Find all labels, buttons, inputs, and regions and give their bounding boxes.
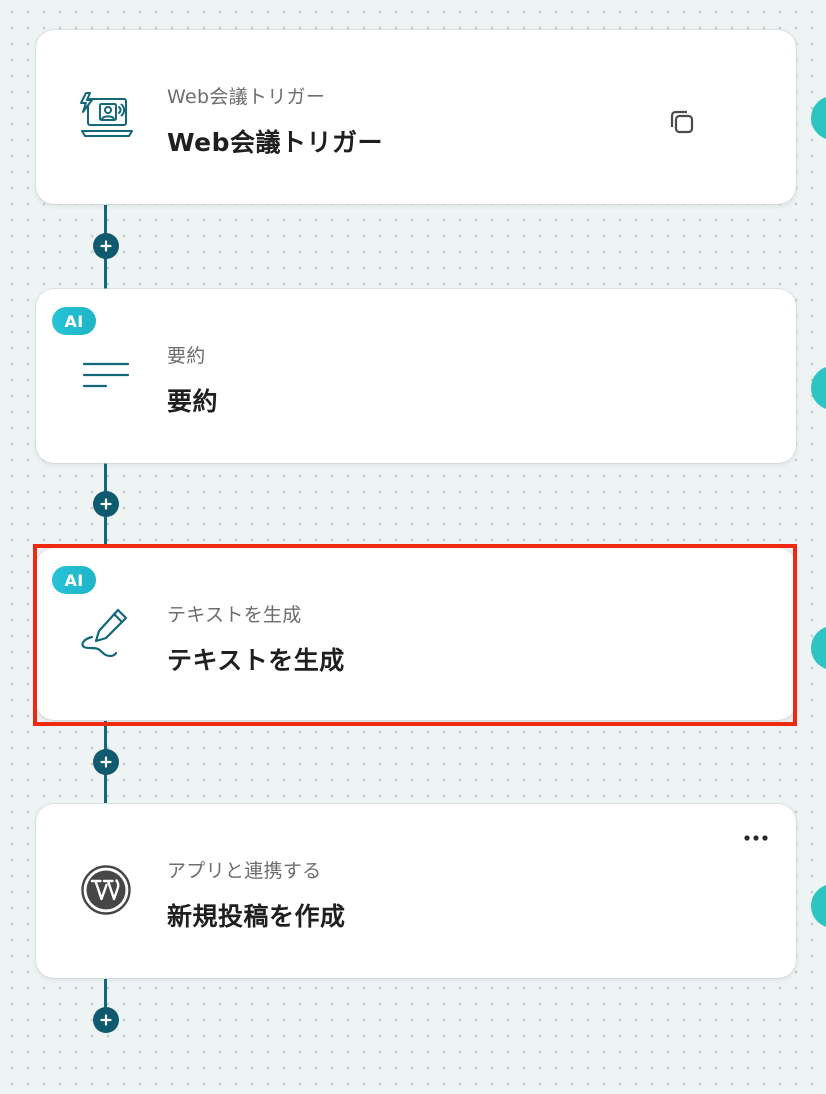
step-subtitle: Web会議トリガー <box>167 86 326 108</box>
side-handle[interactable] <box>811 366 826 410</box>
plus-icon <box>100 756 112 768</box>
add-step-button[interactable] <box>93 491 119 517</box>
summary-lines-icon <box>76 345 136 405</box>
step-title: 新規投稿を作成 <box>167 902 346 931</box>
step-subtitle: アプリと連携する <box>167 860 322 882</box>
plus-icon <box>100 498 112 510</box>
ai-badge: AI <box>52 566 96 594</box>
step-title: テキストを生成 <box>167 646 345 675</box>
side-handle[interactable] <box>811 884 826 928</box>
more-icon <box>744 835 768 841</box>
plus-icon <box>100 240 112 252</box>
flow-step-card-wordpress[interactable]: アプリと連携する 新規投稿を作成 <box>36 804 796 978</box>
wordpress-icon <box>76 860 136 920</box>
add-step-button[interactable] <box>93 1007 119 1033</box>
step-subtitle: テキストを生成 <box>167 604 302 626</box>
more-options-button[interactable] <box>736 826 776 850</box>
ai-badge: AI <box>52 307 96 335</box>
step-title: 要約 <box>167 387 219 416</box>
copy-icon <box>670 110 694 134</box>
flow-canvas: Web会議トリガー Web会議トリガー AI 要約 要約 AI テキストを生成 … <box>0 0 826 1094</box>
side-handle[interactable] <box>811 626 826 670</box>
step-title: Web会議トリガー <box>167 128 384 157</box>
flow-step-card-generate-text[interactable]: AI テキストを生成 テキストを生成 <box>36 548 796 720</box>
pen-icon <box>76 604 136 664</box>
web-meeting-icon <box>76 86 136 146</box>
flow-step-card-web-meeting-trigger[interactable]: Web会議トリガー Web会議トリガー <box>36 30 796 204</box>
plus-icon <box>100 1014 112 1026</box>
add-step-button[interactable] <box>93 233 119 259</box>
copy-step-button[interactable] <box>662 102 702 142</box>
side-handle[interactable] <box>811 96 826 140</box>
add-step-button[interactable] <box>93 749 119 775</box>
flow-step-card-summary[interactable]: AI 要約 要約 <box>36 289 796 463</box>
step-subtitle: 要約 <box>167 345 206 367</box>
